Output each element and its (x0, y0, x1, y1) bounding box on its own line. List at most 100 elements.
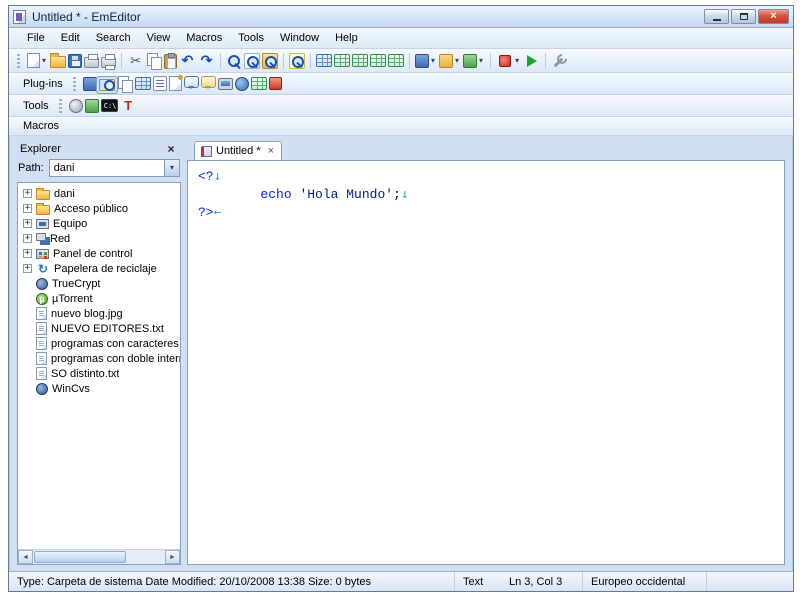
undo-icon[interactable]: ↶ (179, 52, 196, 69)
app-icon (13, 9, 26, 24)
command-prompt-icon[interactable]: C:\ (100, 99, 118, 112)
new-document-icon[interactable] (27, 53, 40, 68)
editor-pane: Untitled * × <?↓ echo 'Hola Mundo';↓ ?>← (187, 140, 785, 565)
print-preview-icon[interactable] (101, 53, 117, 70)
tree-item[interactable]: NUEVO EDITORES.txt (21, 321, 180, 336)
web-preview-plugin-icon[interactable] (234, 76, 249, 91)
open-icon[interactable] (50, 53, 67, 68)
scroll-left-icon[interactable]: ◄ (18, 550, 33, 564)
tree-item[interactable]: nuevo blog.jpg (21, 306, 180, 321)
menu-window[interactable]: Window (272, 30, 327, 46)
print-icon[interactable] (84, 53, 100, 68)
toolbar-grip[interactable] (72, 76, 76, 91)
transliterate-plugin-icon[interactable] (268, 77, 282, 90)
file-icon (36, 337, 47, 350)
open-documents-plugin-icon[interactable] (117, 76, 133, 93)
snippets-plugin-icon[interactable] (183, 76, 199, 89)
copy-icon[interactable] (146, 53, 163, 70)
wrap-by-page-icon[interactable] (370, 54, 387, 67)
find-icon[interactable] (226, 53, 242, 69)
record-macro-icon[interactable] (496, 53, 513, 69)
menu-edit[interactable]: Edit (53, 30, 88, 46)
menu-view[interactable]: View (139, 30, 179, 46)
scrollbar-thumb[interactable] (34, 551, 126, 563)
font-icon-dropdown[interactable]: ▾ (430, 56, 438, 65)
menu-help[interactable]: Help (327, 30, 366, 46)
scrollbar-track[interactable] (33, 550, 165, 564)
explorer-close-icon[interactable]: × (164, 142, 178, 156)
tree-item[interactable]: + Red (21, 231, 180, 246)
new-document-icon-dropdown[interactable]: ▾ (41, 56, 49, 65)
menu-macros[interactable]: Macros (178, 30, 230, 46)
encoding-icon-dropdown[interactable]: ▾ (478, 56, 486, 65)
zoom-icon[interactable] (289, 52, 306, 69)
close-button[interactable]: × (758, 9, 789, 24)
menu-tools[interactable]: Tools (230, 30, 272, 46)
redo-icon[interactable]: ↷ (198, 52, 215, 69)
font-icon[interactable] (415, 53, 430, 68)
findbar-plugin-icon[interactable] (82, 76, 97, 91)
path-label: Path: (18, 161, 44, 174)
customize-icon[interactable] (551, 53, 568, 69)
no-wrap-icon[interactable] (388, 54, 405, 67)
maximize-button[interactable] (731, 9, 756, 24)
tree-item[interactable]: + dani (21, 186, 180, 201)
tree-item[interactable]: + Acceso público (21, 201, 180, 216)
external-tool-2-icon[interactable] (84, 98, 99, 113)
tree-item[interactable]: µ µTorrent (21, 291, 180, 306)
expand-icon[interactable]: + (23, 234, 32, 243)
run-macro-icon[interactable] (523, 53, 540, 69)
file-icon (36, 307, 47, 320)
tree-item[interactable]: programas con caracteres ra (21, 336, 180, 351)
outline-plugin-icon[interactable] (152, 76, 167, 91)
wrap-by-characters-icon[interactable] (334, 54, 351, 67)
html-bar-plugin-icon[interactable] (134, 77, 151, 90)
toolbar-grip[interactable] (58, 98, 62, 113)
configuration-icon-dropdown[interactable]: ▾ (454, 56, 462, 65)
configuration-icon[interactable] (439, 53, 454, 68)
combo-dropdown-icon[interactable]: ▾ (164, 159, 179, 176)
save-icon[interactable] (68, 53, 83, 68)
expand-icon[interactable]: + (23, 189, 32, 198)
tree-item[interactable]: programas con doble interro (21, 351, 180, 366)
menu-file[interactable]: File (19, 30, 53, 46)
word-count-plugin-icon[interactable] (217, 77, 233, 90)
tree-item[interactable]: + ↻ Papelera de reciclaje (21, 261, 180, 276)
utorrent-icon: µ (36, 292, 48, 305)
expand-icon[interactable]: + (23, 204, 32, 213)
titlebar[interactable]: Untitled * - EmEditor × (9, 6, 793, 28)
external-tool-truecrypt-icon[interactable]: T (120, 98, 137, 114)
explorer-plugin-icon[interactable] (98, 78, 115, 91)
cut-icon[interactable]: ✂ (127, 53, 144, 69)
tree-item[interactable]: + Equipo (21, 216, 180, 231)
tree-item[interactable]: SO distinto.txt (21, 366, 180, 381)
expand-icon[interactable]: + (23, 219, 32, 228)
tooltip-plugin-icon[interactable] (200, 76, 216, 89)
tree-item[interactable]: + Panel de control (21, 246, 180, 261)
replace-icon[interactable] (244, 52, 261, 69)
tree-item[interactable]: TrueCrypt (21, 276, 180, 291)
expand-icon[interactable]: + (23, 264, 32, 273)
menu-search[interactable]: Search (88, 30, 139, 46)
editor-area[interactable]: <?↓ echo 'Hola Mundo';↓ ?>← (187, 160, 785, 565)
toolbar-grip[interactable] (17, 53, 20, 68)
expand-icon[interactable]: + (23, 249, 32, 258)
scroll-right-icon[interactable]: ► (165, 550, 180, 564)
editor-view-icon[interactable] (316, 54, 333, 67)
tab-untitled[interactable]: Untitled * × (194, 141, 283, 160)
minimize-button[interactable] (704, 9, 729, 24)
find-in-files-icon[interactable] (262, 52, 279, 69)
tab-label: Untitled * (216, 145, 261, 157)
record-macro-icon-dropdown[interactable]: ▾ (514, 56, 522, 65)
external-tool-1-icon[interactable] (68, 98, 83, 113)
encoding-icon[interactable] (463, 53, 478, 68)
word-complete-plugin-icon[interactable] (250, 77, 267, 90)
paste-icon[interactable] (164, 52, 178, 69)
projects-plugin-icon[interactable] (168, 75, 183, 91)
tree-item-label: programas con caracteres ra (51, 337, 180, 350)
path-combo[interactable]: dani ▾ (48, 158, 180, 177)
wrap-by-window-icon[interactable] (352, 54, 369, 67)
horizontal-scrollbar[interactable]: ◄ ► (18, 549, 180, 564)
tab-close-icon[interactable]: × (268, 145, 274, 157)
tree-item[interactable]: WinCvs (21, 381, 180, 396)
